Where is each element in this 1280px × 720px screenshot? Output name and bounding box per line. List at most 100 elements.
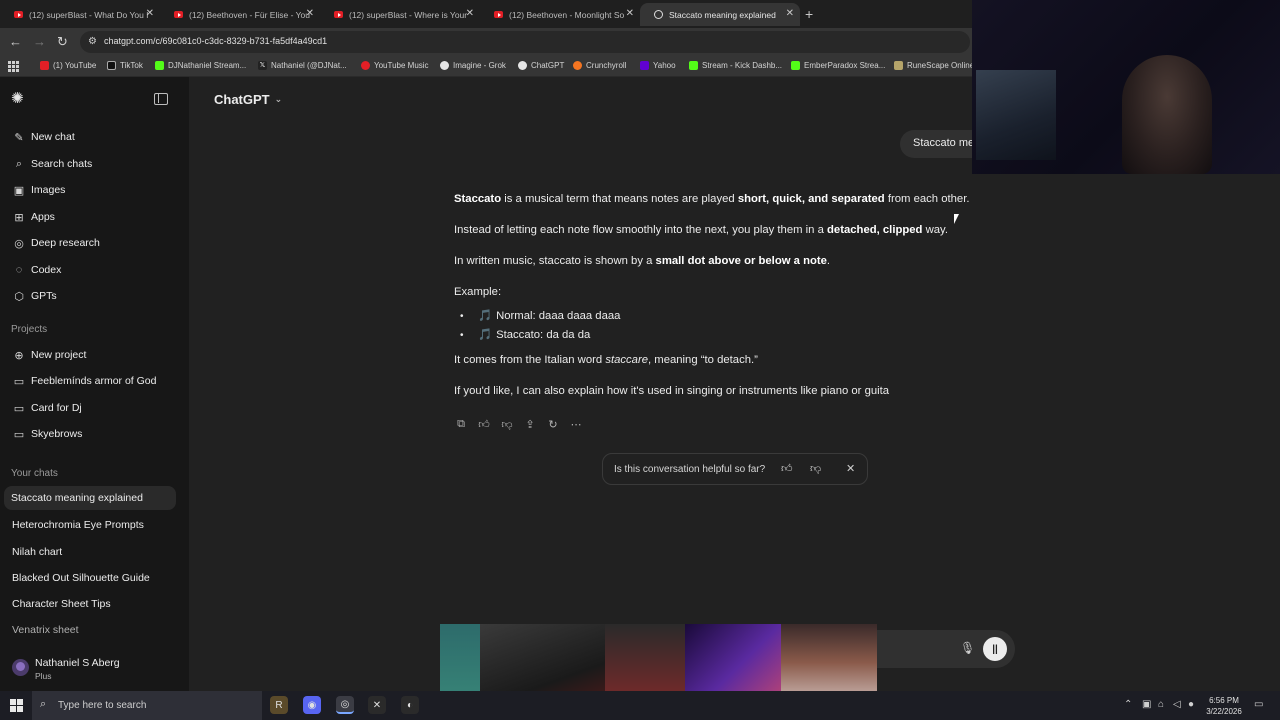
taskbar-search-text: Type here to search [58,700,147,711]
bookmark[interactable]: Stream - Kick Dashb... [689,61,782,70]
bookmark[interactable]: TikTok [107,61,143,70]
sidebar-item-apps[interactable]: ⊞ Apps [0,205,180,229]
notifications-icon[interactable]: ▭ [1254,699,1263,710]
browser-tab[interactable]: (12) Beethoven - Für Elise - You ✕ [160,3,320,26]
url-text: chatgpt.com/c/69c081c0-c3dc-8329-b731-fa… [104,36,328,46]
share-icon[interactable]: ⇪ [523,417,537,431]
thumbs-down-icon[interactable]: 👎︎ [810,462,821,475]
microphone-icon[interactable]: 🎙︎ [960,641,975,655]
close-icon[interactable]: ✕ [846,462,855,475]
network-icon[interactable]: ⌂ [1158,699,1164,710]
webcam-person [1122,55,1212,174]
youtube-icon [40,61,49,70]
windows-start-icon[interactable] [10,699,23,712]
bookmark[interactable]: EmberParadox Strea... [791,61,885,70]
sidebar-item-project[interactable]: ▭ Skyebrows [0,422,180,446]
user-profile-button[interactable]: Nathaniel S Aberg Plus [0,649,189,691]
sidebar-item-label: GPTs [31,290,57,302]
answer-bold-text: small dot above or below a note [655,255,827,267]
sidebar-item-gpts[interactable]: ⬡ GPTs [0,284,180,308]
model-selector[interactable]: ChatGPT ⌄ [214,92,282,107]
sidebar-toggle-icon[interactable] [154,93,168,105]
forward-arrow-icon[interactable]: → [33,34,46,49]
answer-text: , meaning “to detach.” [648,354,758,366]
sidebar-item-images[interactable]: ▣ Images [0,178,180,202]
windows-taskbar: ⌕ Type here to search R ◉ ◎ ✕ ◐ ⌃ ▣ ⌂ ◁ … [0,691,1280,720]
chat-item[interactable]: Venatrix sheet [0,618,180,642]
site-info-icon[interactable]: ⚙ [88,36,97,47]
list-item: 🎵Staccato: da da da [460,328,994,343]
sidebar-item-deep-research[interactable]: ◎ Deep research [0,231,180,255]
chat-item[interactable]: Blacked Out Silhouette Guide [0,566,180,590]
copy-icon[interactable]: ⧉ [454,417,468,431]
answer-paragraph: In written music, staccato is shown by a… [454,254,994,269]
reload-icon[interactable]: ↻ [57,34,68,50]
bookmark[interactable]: Crunchyroll [573,61,626,70]
regenerate-icon[interactable]: ↻ [546,417,560,431]
bookmark-label: Stream - Kick Dashb... [702,61,783,70]
music-note-icon: 🎵 [478,329,493,341]
tab-title: (12) Beethoven - Moonlight So [509,9,625,20]
browser-tab[interactable]: (12) superBlast - Where is Your ✕ [320,3,480,26]
message-actions: ⧉ 👍︎ 👎︎ ⇪ ↻ ⋯ [454,417,583,433]
apps-grid-icon[interactable] [8,61,19,72]
sidebar-item-codex[interactable]: ◌ Codex [0,258,180,282]
sidebar-item-project[interactable]: ▭ Card for Dj [0,396,180,420]
answer-paragraph: It comes from the Italian word staccare,… [454,353,994,368]
voice-mode-button[interactable]: || [983,637,1007,661]
close-tab-icon[interactable]: ✕ [306,8,314,19]
close-tab-icon[interactable]: ✕ [626,8,634,19]
sidebar-item-new-project[interactable]: ⊕ New project [0,343,180,367]
answer-text: . [826,255,831,267]
sidebar-item-label: Deep research [31,237,100,249]
kick-icon [155,61,164,70]
sidebar-item-new-chat[interactable]: ✎ New chat [0,125,180,149]
runescape-taskbar-icon[interactable]: R [270,696,288,714]
runescape-icon [894,61,903,70]
close-tab-icon[interactable]: ✕ [146,8,154,19]
answer-text: Instead of letting each note flow smooth… [454,224,828,236]
close-tab-icon[interactable]: ✕ [786,8,794,19]
volume-icon[interactable]: ◁ [1173,699,1181,710]
app-taskbar-icon[interactable]: ◐ [401,696,419,714]
chat-item[interactable]: Character Sheet Tips [0,592,180,616]
taskbar-search[interactable]: ⌕ Type here to search [32,691,262,720]
bookmark[interactable]: Imagine - Grok [440,61,506,70]
tray-app-icon[interactable]: ▣ [1142,699,1151,710]
deep-research-icon: ◎ [14,237,24,250]
thumbs-up-icon[interactable]: 👍︎ [477,417,491,431]
bookmark[interactable]: RuneScape Online [894,61,974,70]
answer-paragraph: Example: [454,286,502,298]
sidebar-item-label: Feeblemínds armor of God [31,375,157,387]
show-hidden-icons-icon[interactable]: ⌃ [1124,699,1132,710]
sidebar-item-project[interactable]: ▭ Feeblemínds armor of God [0,369,180,393]
sidebar-item-search-chats[interactable]: ⌕ Search chats [0,152,180,176]
chat-item[interactable]: Heterochromia Eye Prompts [0,513,180,537]
back-arrow-icon[interactable]: ← [9,34,22,49]
address-bar[interactable]: ⚙ chatgpt.com/c/69c081c0-c3dc-8329-b731-… [80,31,970,53]
browser-tab[interactable]: (12) superBlast - What Do You I ✕ [0,3,160,26]
microphone-icon[interactable]: ● [1188,699,1194,710]
browser-tab[interactable]: (12) Beethoven - Moonlight So ✕ [480,3,640,26]
more-options-icon[interactable]: ⋯ [569,417,583,431]
music-note-icon: 🎵 [478,310,493,322]
bookmark[interactable]: DJNathaniel Stream... [155,61,246,70]
bookmark[interactable]: Yahoo [640,61,676,70]
bookmark[interactable]: ChatGPT [518,61,564,70]
browser-tab-active[interactable]: Staccato meaning explained ✕ [640,3,800,26]
thumbs-down-icon[interactable]: 👎︎ [500,417,514,431]
sidebar-item-label: New chat [31,131,75,143]
app-taskbar-icon[interactable]: ✕ [368,696,386,714]
chat-item-selected[interactable]: Staccato meaning explained [4,486,176,510]
chrome-taskbar-icon[interactable]: ◎ [336,696,354,714]
clock[interactable]: 6:56 PM 3/22/2026 [1200,695,1248,717]
bookmark[interactable]: YouTube Music [361,61,429,70]
bookmark[interactable]: 𝕏 Nathaniel (@DJNat... [258,61,347,70]
new-tab-icon[interactable]: + [805,6,813,22]
thumbs-up-icon[interactable]: 👍︎ [781,462,793,475]
chat-item[interactable]: Nilah chart [0,540,180,564]
openai-logo-icon[interactable]: ✺ [11,91,27,107]
discord-taskbar-icon[interactable]: ◉ [303,696,321,714]
bookmark[interactable]: (1) YouTube [40,61,96,70]
close-tab-icon[interactable]: ✕ [466,8,474,19]
